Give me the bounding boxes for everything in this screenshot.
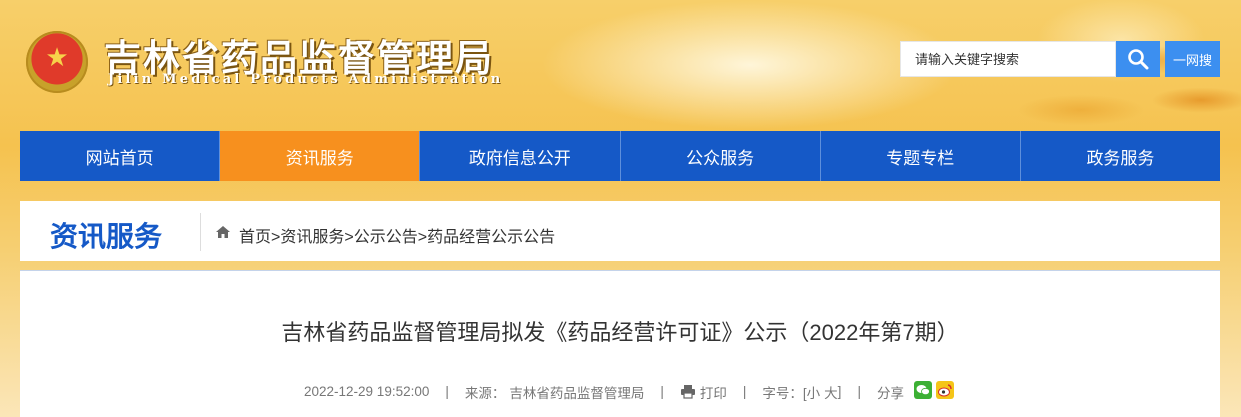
article-panel: 吉林省药品监督管理局拟发《药品经营许可证》公示（2022年第7期） 2022-1… [20,271,1220,417]
publish-datetime: 2022-12-29 19:52:00 [304,384,430,399]
source-value: 吉林省药品监督管理局 [509,385,645,401]
meta-divider: | [857,384,861,399]
section-title: 资讯服务 [50,221,163,252]
wechat-share-icon[interactable] [913,381,932,402]
home-icon [216,226,230,238]
breadcrumb-separator: > [344,229,354,246]
print-button[interactable]: 打印 [680,382,727,402]
search-input[interactable] [900,41,1116,77]
meta-divider: | [445,384,449,399]
font-size-bracket: ] [837,384,842,399]
nav-item-news[interactable]: 资讯服务 [220,131,421,181]
breadcrumb: 首页>资讯服务>公示公告>药品经营公示公告 [239,223,555,247]
font-small-button[interactable]: 小 [807,382,821,402]
breadcrumb-bar: 资讯服务 首页>资讯服务>公示公告>药品经营公示公告 [20,201,1220,261]
meta-divider: | [660,384,664,399]
national-emblem-logo [26,31,88,93]
meta-divider: | [742,384,747,399]
nav-item-home[interactable]: 网站首页 [20,131,221,181]
print-label: 打印 [699,385,727,401]
breadcrumb-drug-business-link[interactable]: 药品经营公示公告 [427,229,555,246]
printer-icon [680,385,695,399]
breadcrumb-home-link[interactable]: 首页 [239,229,271,246]
site-subtitle: Jilin Medical Products Administration [108,72,504,87]
main-nav: 网站首页 资讯服务 政府信息公开 公众服务 专题专栏 政务服务 [20,131,1221,181]
article-meta: 2022-12-29 19:52:00 | 来源： 吉林省药品监督管理局 | 打… [304,381,954,402]
nav-item-public-service[interactable]: 公众服务 [620,131,821,181]
divider [200,213,201,251]
breadcrumb-notices-link[interactable]: 公示公告 [354,229,418,246]
nav-item-special-topics[interactable]: 专题专栏 [820,131,1021,181]
breadcrumb-separator: > [271,229,281,246]
share-label: 分享 [876,385,904,401]
font-large-button[interactable]: 大 [824,382,838,402]
yiwang-search-button[interactable]: 一网搜 [1165,41,1220,77]
source-label: 来源： [464,385,506,401]
font-size-label: 字号：[ [762,385,807,401]
breadcrumb-separator: > [417,229,428,246]
header-glow [540,0,960,130]
nav-item-gov-service[interactable]: 政务服务 [1020,131,1221,181]
article-title: 吉林省药品监督管理局拟发《药品经营许可证》公示（2022年第7期） [281,320,959,345]
weibo-share-icon[interactable] [935,381,954,402]
nav-item-gov-info[interactable]: 政府信息公开 [420,131,621,181]
search-button[interactable] [1116,41,1160,77]
search-icon [1128,49,1149,70]
breadcrumb-news-link[interactable]: 资讯服务 [280,229,344,246]
